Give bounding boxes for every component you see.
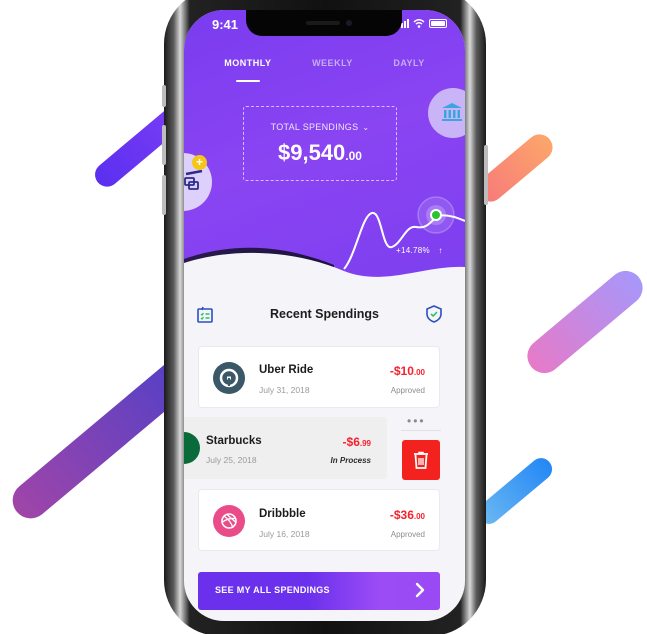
more-options-icon[interactable]: ••• [407, 414, 426, 428]
bank-icon [442, 103, 462, 121]
trash-icon [414, 451, 428, 469]
transaction-name: Dribbble [259, 508, 306, 520]
speaker-grille [306, 21, 340, 25]
uber-logo-icon [213, 362, 245, 394]
transaction-date: July 16, 2018 [259, 529, 310, 539]
transaction-amount: -$6.99 [342, 435, 371, 449]
wallet-icon [184, 170, 203, 190]
chevron-right-icon [415, 582, 425, 598]
transaction-card-uber[interactable]: Uber Ride July 31, 2018 -$10.00 Approved [198, 346, 440, 408]
divider [401, 430, 441, 431]
decor-stripe-pink [520, 263, 647, 381]
app-screen: 9:41 MONTHLY WEEKLY DAYLY TOTAL SPENDING… [184, 10, 465, 621]
tab-weekly[interactable]: WEEKLY [312, 58, 353, 76]
total-spendings-amount: $9,540.00 [278, 140, 362, 165]
transaction-amount: -$36.00 [389, 508, 425, 522]
phone-power-button [484, 145, 488, 205]
tab-monthly[interactable]: MONTHLY [224, 58, 271, 76]
bank-button[interactable] [428, 88, 465, 138]
transaction-date: July 31, 2018 [259, 385, 310, 395]
phone-notch [246, 10, 402, 36]
chevron-down-icon: ⌄ [362, 123, 370, 132]
see-all-spendings-label: SEE MY ALL SPENDINGS [215, 585, 330, 595]
battery-icon [429, 19, 447, 28]
trend-point-current[interactable] [430, 209, 442, 221]
status-indicators [398, 18, 447, 28]
tab-daily[interactable]: DAYLY [393, 58, 424, 76]
transaction-name: Starbucks [206, 435, 262, 447]
recent-spendings-header: Recent Spendings [184, 305, 465, 325]
starbucks-logo-icon [184, 432, 200, 464]
transaction-status: Approved [390, 530, 425, 539]
transaction-amount: -$10.00 [389, 364, 425, 378]
status-time: 9:41 [212, 17, 239, 32]
transaction-status: In Process [330, 456, 371, 465]
phone-volume-up [162, 125, 166, 165]
transaction-card-starbucks[interactable]: Starbucks July 25, 2018 -$6.99 In Proces… [184, 417, 387, 479]
summary-hero: 9:41 MONTHLY WEEKLY DAYLY TOTAL SPENDING… [184, 10, 465, 285]
see-all-spendings-button[interactable]: SEE MY ALL SPENDINGS [198, 572, 440, 610]
transaction-name: Uber Ride [259, 364, 314, 376]
add-badge-icon[interactable]: + [192, 155, 207, 170]
phone-volume-down [162, 175, 166, 215]
dribbble-logo-icon [213, 505, 245, 537]
shield-check-icon[interactable] [426, 305, 442, 323]
phone-mute-switch [162, 85, 166, 107]
front-camera [346, 20, 352, 26]
arrow-up-icon: ↑ [438, 246, 443, 255]
wifi-icon [413, 19, 425, 28]
transaction-date: July 25, 2018 [206, 455, 257, 465]
transaction-card-dribbble[interactable]: Dribbble July 16, 2018 -$36.00 Approved [198, 489, 440, 551]
total-spendings-box[interactable]: TOTAL SPENDINGS ⌄ $9,540.00 [243, 106, 397, 181]
delete-transaction-button[interactable] [402, 440, 440, 480]
transaction-status: Approved [390, 386, 425, 395]
total-spendings-label[interactable]: TOTAL SPENDINGS ⌄ [244, 122, 396, 132]
period-tabs: MONTHLY WEEKLY DAYLY [184, 58, 465, 76]
growth-indicator: +14.78% ↑ [396, 246, 443, 255]
spending-trend-wave [184, 196, 465, 285]
wave-light-fill [184, 252, 465, 285]
recent-spendings-title: Recent Spendings [269, 307, 380, 321]
